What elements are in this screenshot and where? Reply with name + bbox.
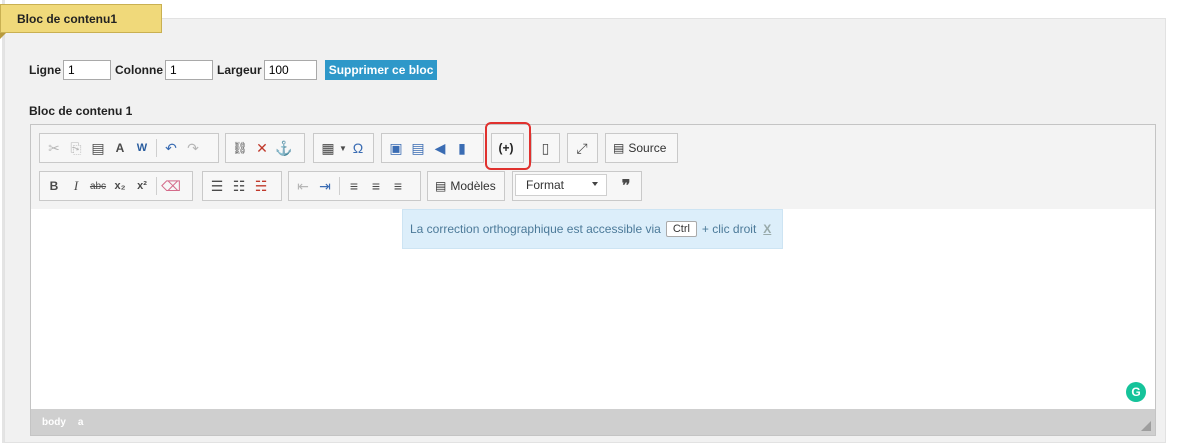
link-icon[interactable]: ⛓ xyxy=(229,137,251,159)
subscript-icon[interactable]: x₂ xyxy=(109,175,131,197)
table-icon[interactable]: ▦ xyxy=(317,137,339,159)
blockquote-icon[interactable]: ❞ xyxy=(615,175,637,197)
video-icon[interactable]: ▤ xyxy=(407,137,429,159)
image-icon[interactable]: ▣ xyxy=(385,137,407,159)
resize-handle[interactable] xyxy=(1141,421,1151,431)
remove-list-icon[interactable]: ☵ xyxy=(250,175,272,197)
align-right-icon[interactable]: ≡ xyxy=(387,175,409,197)
source-group: ▤ Source xyxy=(605,133,678,163)
source-icon: ▤ xyxy=(613,141,625,155)
separator xyxy=(156,139,157,157)
redo-icon[interactable]: ↷ xyxy=(182,137,204,159)
table-group: ▦ ▼ Ω xyxy=(313,133,374,163)
remove-format-icon[interactable]: ⌫ xyxy=(160,175,182,197)
chevron-down-icon xyxy=(592,182,598,186)
link-group: ⛓ ✕ ⚓ xyxy=(225,133,305,163)
path-a[interactable]: a xyxy=(78,417,84,428)
editor-toolbar: ✂ ⎘ ▤ A W ↶ ↷ ⛓ ✕ ⚓ ▦ ▼ Ω ▣ ▤ ◀ ▮ (+) ▯ … xyxy=(31,122,1155,209)
audio-icon[interactable]: ◀ xyxy=(429,137,451,159)
source-label: Source xyxy=(628,141,667,155)
undo-icon[interactable]: ↶ xyxy=(160,137,182,159)
largeur-label: Largeur xyxy=(217,63,262,77)
notice-close-button[interactable]: X xyxy=(763,222,771,236)
format-label: Format xyxy=(526,178,565,192)
basic-style-group: B I abc x₂ x² ⌫ xyxy=(39,171,193,201)
delete-block-button[interactable]: Supprimer ce bloc xyxy=(324,60,438,80)
ligne-label: Ligne xyxy=(29,63,61,77)
anchor-icon[interactable]: ⚓ xyxy=(273,137,295,159)
blocks-group: ▯ xyxy=(531,133,560,163)
outdent-icon[interactable]: ⇤ xyxy=(292,175,314,197)
align-group: ⇤ ⇥ ≡ ≡ ≡ xyxy=(288,171,421,201)
tab-flag-tail xyxy=(0,33,6,39)
editor-statusbar: body a xyxy=(31,409,1155,435)
special-char-icon[interactable]: Ω xyxy=(347,137,369,159)
strikethrough-icon[interactable]: abc xyxy=(87,175,109,197)
maximize-icon[interactable]: ⤢ xyxy=(571,137,593,159)
ligne-input[interactable] xyxy=(63,60,111,80)
notice-text: La correction orthographique est accessi… xyxy=(410,222,661,236)
italic-icon[interactable]: I xyxy=(65,175,87,197)
separator xyxy=(156,177,157,195)
copy-icon[interactable]: ⎘ xyxy=(65,137,87,159)
largeur-input[interactable] xyxy=(263,60,317,80)
list-group: ☰ ☷ ☵ xyxy=(202,171,282,201)
templates-group: ▤ Modèles xyxy=(427,171,505,201)
superscript-icon[interactable]: x² xyxy=(131,175,153,197)
highlight-box xyxy=(485,122,531,170)
block-settings-row: Ligne Colonne Largeur Supprimer ce bloc xyxy=(29,58,438,82)
clipboard-group: ✂ ⎘ ▤ A W ↶ ↷ xyxy=(39,133,219,163)
indent-icon[interactable]: ⇥ xyxy=(314,175,336,197)
path-body[interactable]: body xyxy=(42,417,66,428)
templates-label: Modèles xyxy=(450,179,496,193)
media-group: ▣ ▤ ◀ ▮ xyxy=(381,133,484,163)
editor-content-area[interactable]: La correction orthographique est accessi… xyxy=(31,209,1155,409)
show-blocks-icon[interactable]: ▯ xyxy=(535,137,556,159)
paste-icon[interactable]: ▤ xyxy=(87,137,109,159)
bold-icon[interactable]: B xyxy=(43,175,65,197)
align-center-icon[interactable]: ≡ xyxy=(365,175,387,197)
notice-text-after: + clic droit xyxy=(701,222,757,236)
paste-text-icon[interactable]: A xyxy=(109,137,131,159)
numbered-list-icon[interactable]: ☰ xyxy=(206,175,228,197)
cut-icon[interactable]: ✂ xyxy=(43,137,65,159)
paste-word-icon[interactable]: W xyxy=(131,137,153,159)
templates-button[interactable]: ▤ Modèles xyxy=(431,175,500,197)
grammarly-icon[interactable]: G xyxy=(1126,382,1146,402)
flash-icon[interactable]: ▮ xyxy=(451,137,473,159)
templates-icon: ▤ xyxy=(435,179,447,193)
chevron-down-icon[interactable]: ▼ xyxy=(339,137,347,159)
rich-text-editor: ✂ ⎘ ▤ A W ↶ ↷ ⛓ ✕ ⚓ ▦ ▼ Ω ▣ ▤ ◀ ▮ (+) ▯ … xyxy=(30,122,1156,436)
colonne-input[interactable] xyxy=(165,60,213,80)
bulleted-list-icon[interactable]: ☷ xyxy=(228,175,250,197)
format-dropdown[interactable]: Format xyxy=(515,174,607,196)
separator xyxy=(339,177,340,195)
unlink-icon[interactable]: ✕ xyxy=(251,137,273,159)
source-button[interactable]: ▤ Source xyxy=(609,137,670,159)
maximize-group: ⤢ xyxy=(567,133,598,163)
align-left-icon[interactable]: ≡ xyxy=(343,175,365,197)
content-block-label: Bloc de contenu 1 xyxy=(29,104,133,118)
colonne-label: Colonne xyxy=(115,63,163,77)
ctrl-key: Ctrl xyxy=(665,221,697,237)
spellcheck-notice: La correction orthographique est accessi… xyxy=(402,209,783,249)
block-tab-title: Bloc de contenu1 xyxy=(0,4,162,33)
